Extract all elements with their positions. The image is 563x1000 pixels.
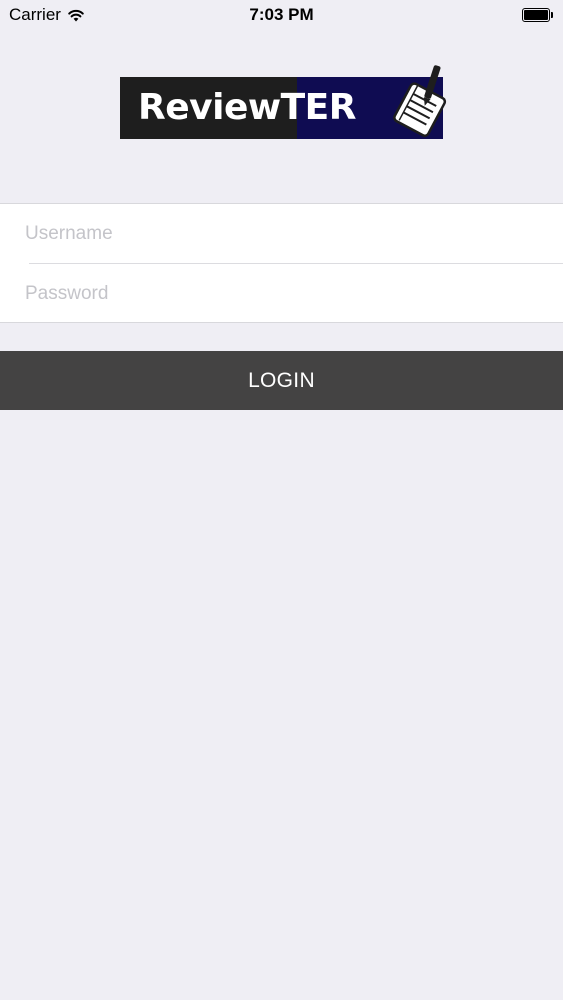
password-input[interactable] [25,264,545,323]
status-bar: Carrier 7:03 PM [0,0,563,30]
status-time: 7:03 PM [249,5,314,24]
login-button[interactable]: LOGIN [0,351,563,410]
battery-icon [522,8,554,22]
login-form [0,203,563,323]
notepad-pen-icon [393,65,447,137]
app-logo: ReviewTER [120,65,447,139]
username-input[interactable] [25,204,545,263]
logo-text: ReviewTER [138,87,357,128]
